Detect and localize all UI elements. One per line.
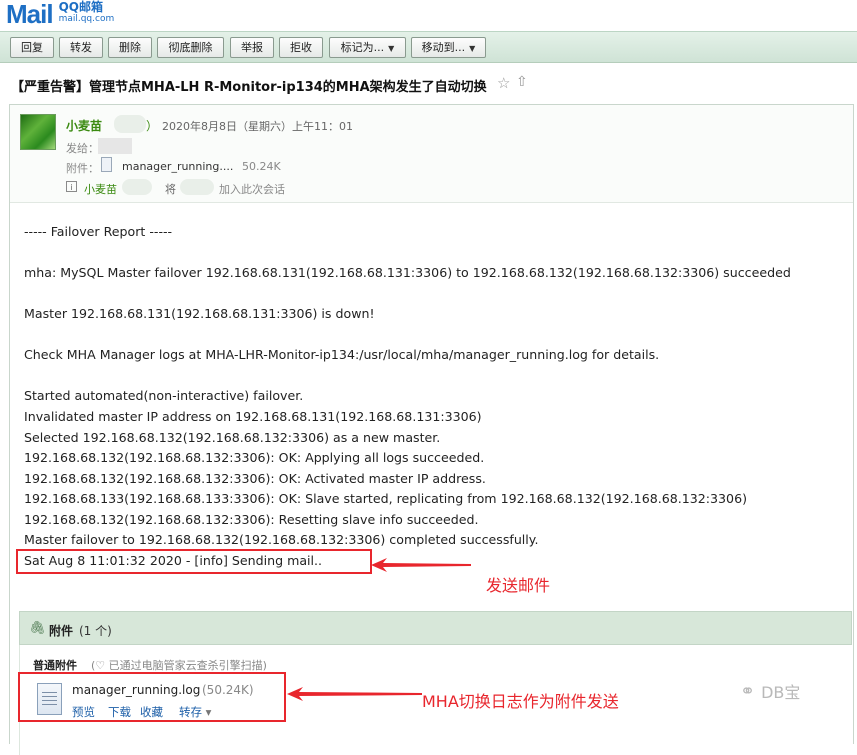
attachments-title: 附件: [49, 624, 74, 638]
arrow-left-icon: [287, 687, 422, 701]
scan-note: (♡ 已通过电脑管家云查杀引擎扫描): [91, 659, 267, 672]
body-line: 192.168.68.132(192.168.68.132:3306): OK:…: [24, 450, 485, 465]
move-to-dropdown[interactable]: 移动到... ▼: [411, 37, 486, 58]
mail-header: 小麦苗 ） 2020年8月8日（星期六）上午11：01 发给： 附件： mana…: [10, 105, 853, 203]
watermark: ⚭ DB宝: [740, 679, 800, 703]
body-line: 192.168.68.133(192.168.68.133:3306): OK:…: [24, 491, 747, 506]
star-icon[interactable]: ☆: [497, 74, 510, 92]
body-line: Check MHA Manager logs at MHA-LHR-Monito…: [24, 347, 660, 362]
redacted-recipient: [98, 138, 132, 154]
logo-url-text: mail.qq.com: [58, 14, 115, 24]
annotation-attach-log: MHA切换日志作为附件发送: [422, 692, 619, 711]
file-icon: [101, 157, 112, 172]
wechat-icon: ⚭: [740, 680, 756, 702]
body-line: 192.168.68.132(192.168.68.132:3306): Res…: [24, 512, 479, 527]
body-line: Invalidated master IP address on 192.168…: [24, 409, 482, 424]
watermark-text: DB宝: [761, 683, 801, 702]
annotation-send-mail: 发送邮件: [486, 576, 551, 595]
attachment-label: 附件：: [66, 162, 99, 175]
sender-paren: ）: [146, 119, 159, 133]
body-line: Master 192.168.68.131(192.168.68.131:330…: [24, 306, 375, 321]
info-text-jiang: 将: [165, 183, 176, 196]
body-line: Selected 192.168.68.132(192.168.68.132:3…: [24, 430, 441, 445]
chevron-down-icon: ▼: [388, 44, 395, 53]
report-button[interactable]: 举报: [230, 37, 274, 58]
info-icon: i: [66, 181, 77, 192]
logo-qq-text: QQ邮箱: [58, 0, 103, 14]
body-line: ----- Failover Report -----: [24, 224, 173, 239]
chevron-down-icon: ▼: [469, 44, 476, 53]
arrow-left-icon: [371, 558, 471, 572]
attachments-header: 🖇 附件 (1 个): [19, 611, 852, 645]
paperclip-icon: 🖇: [29, 621, 46, 636]
normal-attachments-label: 普通附件: [33, 659, 77, 672]
mail-datetime: 2020年8月8日（星期六）上午11：01: [162, 120, 353, 133]
share-up-icon[interactable]: ⇧: [516, 74, 528, 90]
qq-mail-logo[interactable]: Mail QQ邮箱 mail.qq.com: [6, 0, 114, 28]
mail-subject: 【严重告警】管理节点MHA-LH R-Monitor-ip134的MHA架构发生…: [11, 80, 487, 95]
reply-button[interactable]: 回复: [10, 37, 54, 58]
avatar[interactable]: [20, 114, 56, 150]
info-sender[interactable]: 小麦苗: [84, 181, 117, 197]
redacted-email: [122, 179, 152, 195]
reject-button[interactable]: 拒收: [279, 37, 323, 58]
highlight-box-send-mail: [16, 549, 372, 574]
mail-toolbar: 回复 转发 删除 彻底删除 举报 拒收 标记为... ▼ 移动到... ▼: [0, 31, 857, 63]
header-attachment-name[interactable]: manager_running....: [122, 160, 233, 173]
redacted-name: [180, 179, 214, 195]
body-line: mha: MySQL Master failover 192.168.68.13…: [24, 265, 791, 280]
to-label: 发给：: [66, 142, 99, 155]
delete-button[interactable]: 删除: [108, 37, 152, 58]
header-attachment-size: 50.24K: [242, 160, 281, 173]
logo-mail-text: Mail: [6, 0, 54, 29]
body-line: Master failover to 192.168.68.132(192.16…: [24, 532, 539, 547]
delete-permanent-button[interactable]: 彻底删除: [157, 37, 224, 58]
forward-button[interactable]: 转发: [59, 37, 103, 58]
body-line: 192.168.68.132(192.168.68.132:3306): OK:…: [24, 471, 486, 486]
info-text-join: 加入此次会话: [219, 183, 285, 196]
mark-as-dropdown[interactable]: 标记为... ▼: [329, 37, 406, 58]
body-line: Started automated(non-interactive) failo…: [24, 388, 304, 403]
move-to-label: 移动到...: [421, 41, 466, 54]
mark-as-label: 标记为...: [340, 41, 385, 54]
highlight-box-attachment: [18, 672, 286, 722]
sender-name[interactable]: 小麦苗: [66, 117, 102, 134]
attachments-count: (1 个): [79, 624, 112, 638]
redacted-email: [114, 115, 146, 133]
